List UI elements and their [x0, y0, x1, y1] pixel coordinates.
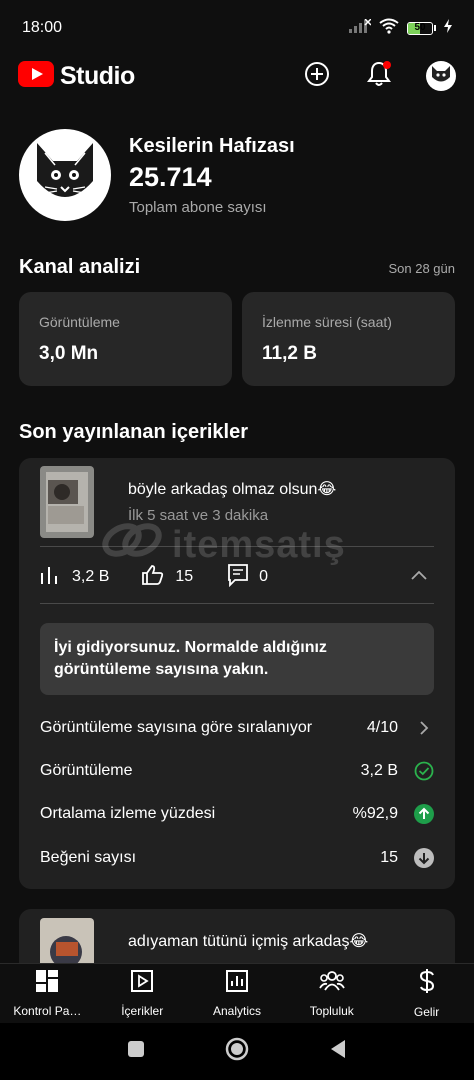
- dollar-icon: [417, 968, 437, 999]
- detail-row-ranking[interactable]: Görüntüleme sayısına göre sıralanıyor 4/…: [40, 714, 434, 742]
- collapse-button[interactable]: [410, 568, 428, 586]
- chevron-right-icon: [414, 718, 434, 738]
- detail-value: 4/10: [366, 719, 398, 736]
- detail-label: Görüntüleme: [40, 762, 133, 779]
- subscriber-count: 25.714: [129, 161, 212, 192]
- cat-avatar-icon: [27, 135, 103, 216]
- app-bar: Studio: [0, 56, 474, 96]
- nav-label: Analytics: [212, 1004, 261, 1018]
- likes-metric: 15: [141, 563, 193, 592]
- notifications-button[interactable]: [364, 60, 394, 93]
- analytics-title: Kanal analizi: [19, 256, 141, 278]
- comments-value: 0: [259, 568, 269, 585]
- detail-row-avg-watch: Ortalama izleme yüzdesi %92,9: [40, 800, 434, 828]
- back-button[interactable]: [329, 1039, 347, 1064]
- bell-icon: [366, 60, 392, 93]
- recent-title: Son yayınlanan içerikler: [19, 421, 248, 443]
- divider: [40, 603, 434, 604]
- subscriber-label: Toplam abone sayısı: [129, 198, 267, 216]
- logo-text: Studio: [60, 61, 135, 90]
- views-value: 3,2 B: [72, 568, 110, 585]
- bar-chart-icon: [40, 565, 62, 590]
- community-icon: [319, 969, 345, 998]
- status-bar: 18:00 50: [0, 0, 474, 56]
- analytics-period: Son 28 gün: [388, 261, 455, 276]
- nav-earn[interactable]: Gelir: [379, 964, 474, 1023]
- divider: [40, 546, 434, 547]
- stat-value: 11,2 B: [262, 343, 317, 364]
- video-title: adıyaman tütünü içmiş arkadaş😂: [128, 933, 369, 950]
- arrow-down-circle-icon: [414, 848, 434, 868]
- video-metrics: 3,2 B 15 0: [40, 562, 434, 592]
- nav-label: Kontrol Pa…: [13, 1004, 82, 1018]
- nav-label: İçerikler: [121, 1004, 164, 1018]
- add-circle-icon: [304, 61, 330, 92]
- performance-tip: İyi gidiyorsunuz. Normalde aldığınız gör…: [40, 623, 434, 695]
- battery-icon: 50: [407, 21, 436, 35]
- video-title: böyle arkadaş olmaz olsun😂: [128, 481, 337, 498]
- views-metric: 3,2 B: [40, 565, 109, 590]
- status-icons: 50: [349, 17, 452, 39]
- signal-icon: [349, 17, 372, 38]
- cat-avatar-icon: [428, 61, 454, 91]
- nav-label: Gelir: [413, 1005, 440, 1019]
- nav-analytics[interactable]: Analytics: [190, 964, 285, 1023]
- watch-time-stat-card[interactable]: İzlenme süresi (saat) 11,2 B: [242, 292, 455, 386]
- detail-label: Görüntüleme sayısına göre sıralanıyor: [40, 719, 313, 736]
- video-thumbnail[interactable]: [40, 466, 94, 538]
- check-circle-icon: [414, 761, 434, 781]
- detail-label: Ortalama izleme yüzdesi: [40, 805, 216, 822]
- arrow-up-circle-icon: [414, 804, 434, 824]
- nav-label: Topluluk: [309, 1004, 354, 1018]
- detail-value: 3,2 B: [360, 762, 398, 779]
- account-avatar[interactable]: [426, 61, 456, 91]
- views-stat-card[interactable]: Görüntüleme 3,0 Mn: [19, 292, 232, 386]
- dashboard-icon: [35, 969, 59, 998]
- stat-label: İzlenme süresi (saat): [262, 314, 392, 330]
- thumb-up-icon: [141, 563, 165, 592]
- wifi-icon: [379, 18, 399, 39]
- likes-value: 15: [175, 568, 194, 585]
- system-nav: [0, 1023, 474, 1080]
- comment-icon: [227, 563, 249, 592]
- chevron-up-icon: [410, 568, 428, 585]
- channel-avatar[interactable]: [19, 129, 111, 221]
- video-subtitle: İlk 5 saat ve 3 dakika: [128, 507, 269, 524]
- stat-value: 3,0 Mn: [39, 343, 99, 364]
- nav-community[interactable]: Topluluk: [284, 964, 379, 1023]
- bottom-nav: Kontrol Pa… İçerikler Analytics Topluluk…: [0, 963, 474, 1023]
- recents-button[interactable]: [127, 1040, 145, 1063]
- video-row[interactable]: böyle arkadaş olmaz olsun😂 İlk 5 saat ve…: [40, 466, 420, 538]
- channel-header: Kesilerin Hafızası 25.714 Toplam abone s…: [19, 128, 459, 222]
- nav-content[interactable]: İçerikler: [95, 964, 190, 1023]
- detail-value: %92,9: [352, 805, 398, 822]
- charging-icon: [444, 18, 452, 38]
- stat-label: Görüntüleme: [39, 314, 120, 330]
- comments-metric: 0: [227, 563, 268, 592]
- analytics-icon: [225, 969, 249, 998]
- youtube-play-icon: [18, 60, 54, 92]
- clock: 18:00: [22, 19, 63, 36]
- detail-row-views: Görüntüleme 3,2 B: [40, 757, 434, 785]
- home-button[interactable]: [225, 1037, 249, 1066]
- nav-dashboard[interactable]: Kontrol Pa…: [0, 964, 95, 1023]
- studio-logo[interactable]: Studio: [18, 60, 135, 92]
- detail-value: 15: [380, 849, 398, 866]
- battery-level: 50: [414, 21, 426, 33]
- recent-header: Son yayınlanan içerikler: [19, 421, 455, 444]
- detail-row-likes: Beğeni sayısı 15: [40, 844, 434, 872]
- content-icon: [130, 969, 154, 998]
- detail-label: Beğeni sayısı: [40, 849, 137, 866]
- channel-name: Kesilerin Hafızası: [129, 134, 295, 157]
- create-button[interactable]: [302, 61, 332, 91]
- analytics-header: Kanal analizi Son 28 gün: [19, 256, 455, 279]
